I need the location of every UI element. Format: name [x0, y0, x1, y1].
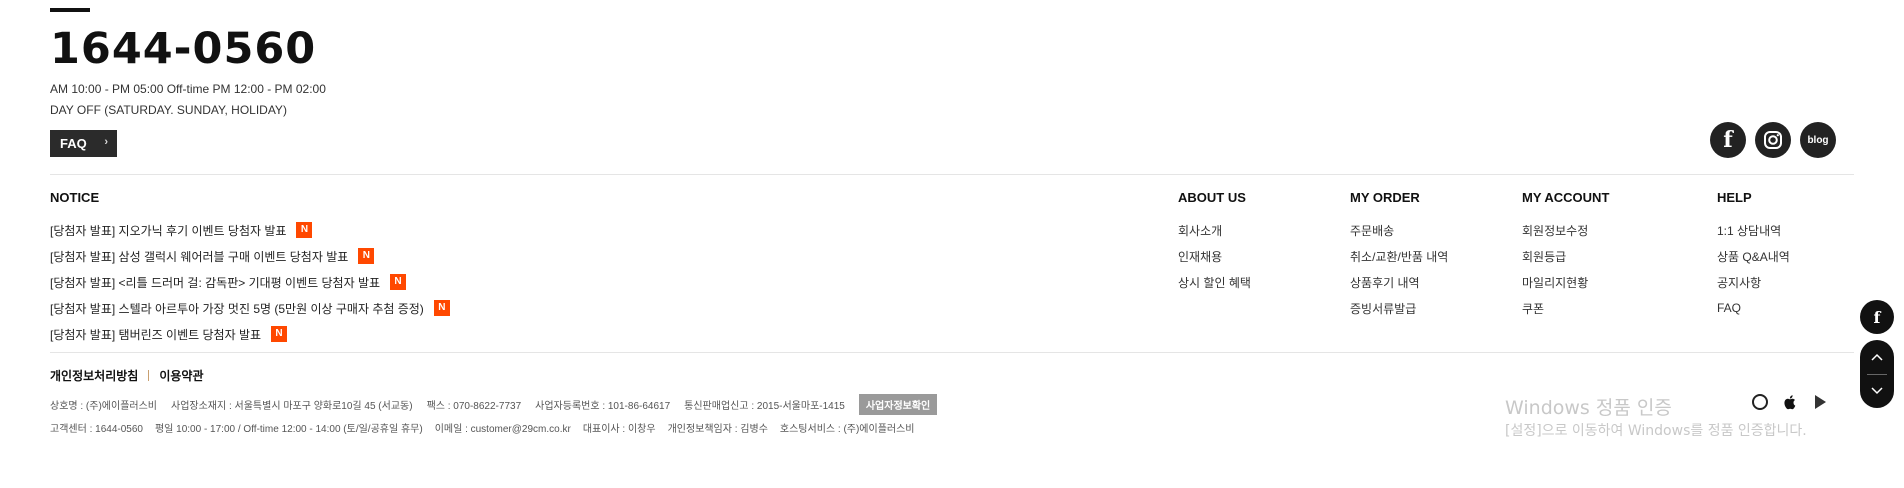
my-order-title: MY ORDER	[1350, 190, 1420, 205]
scroll-top-button[interactable]	[1860, 340, 1894, 374]
notice-item[interactable]: [당첨자 발표] 지오가닉 후기 이벤트 당첨자 발표 N	[50, 217, 450, 243]
order-link-returns[interactable]: 취소/교환/반품 내역	[1350, 243, 1448, 269]
order-link-delivery[interactable]: 주문배송	[1350, 217, 1448, 243]
my-account-column: MY ACCOUNT 회원정보수정 회원등급 마일리지현황 쿠폰	[1522, 190, 1609, 321]
new-badge: N	[390, 274, 407, 290]
circle-app-icon[interactable]	[1750, 392, 1770, 412]
business-verify-button[interactable]: 사업자정보확인	[858, 394, 938, 415]
telecom-sales-number: 통신판매업신고 : 2015-서울마포-1415	[684, 401, 845, 412]
about-link-company[interactable]: 회사소개	[1178, 217, 1251, 243]
help-column: HELP 1:1 상담내역 상품 Q&A내역 공지사항 FAQ	[1717, 190, 1790, 321]
account-link-edit[interactable]: 회원정보수정	[1522, 217, 1609, 243]
business-info: 상호명 : (주)에이플러스비 사업장소재지 : 서울특별시 마포구 양화로10…	[50, 394, 938, 415]
help-title: HELP	[1717, 190, 1752, 205]
privacy-officer: 개인정보책임자 : 김병수	[667, 424, 768, 435]
chevron-up-icon	[1871, 353, 1883, 361]
order-link-reviews[interactable]: 상품후기 내역	[1350, 269, 1448, 295]
facebook-icon: f	[1723, 127, 1733, 153]
new-badge: N	[271, 326, 288, 342]
account-link-grade[interactable]: 회원등급	[1522, 243, 1609, 269]
instagram-icon	[1764, 131, 1782, 149]
faq-button-label: FAQ	[60, 136, 87, 151]
windows-activation-title: Windows 정품 인증	[1505, 397, 1672, 419]
help-link-notice[interactable]: 공지사항	[1717, 269, 1790, 295]
account-link-mileage[interactable]: 마일리지현황	[1522, 269, 1609, 295]
account-link-coupon[interactable]: 쿠폰	[1522, 295, 1609, 321]
privacy-policy-link[interactable]: 개인정보처리방침	[50, 367, 138, 384]
about-us-column: ABOUT US 회사소개 인재채용 상시 할인 혜택	[1178, 190, 1251, 295]
notice-item-text: [당첨자 발표] 지오가닉 후기 이벤트 당첨자 발표	[50, 223, 287, 238]
company-name: 상호명 : (주)에이플러스비	[50, 401, 157, 412]
my-account-title: MY ACCOUNT	[1522, 190, 1610, 205]
notice-item[interactable]: [당첨자 발표] 탬버린즈 이벤트 당첨자 발표 N	[50, 321, 450, 347]
new-badge: N	[358, 248, 375, 264]
facebook-link[interactable]: f	[1710, 122, 1746, 158]
notice-list: [당첨자 발표] 지오가닉 후기 이벤트 당첨자 발표 N [당첨자 발표] 삼…	[50, 217, 450, 347]
notice-item[interactable]: [당첨자 발표] 삼성 갤럭시 웨어러블 구매 이벤트 당첨자 발표 N	[50, 243, 450, 269]
cs-phone-number: 1644-0560	[50, 24, 317, 74]
hosting-service: 호스팅서비스 : (주)에이플러스비	[779, 424, 915, 435]
company-fax: 팩스 : 070-8622-7737	[426, 401, 522, 412]
faq-button[interactable]: FAQ ›	[50, 130, 117, 157]
google-play-icon[interactable]	[1810, 392, 1830, 412]
notice-title: NOTICE	[50, 190, 100, 205]
cs-day-off: DAY OFF (SATURDAY. SUNDAY, HOLIDAY)	[50, 103, 287, 117]
app-icons	[1750, 392, 1830, 412]
site-footer: 1644-0560 AM 10:00 - PM 05:00 Off-time P…	[50, 0, 1854, 488]
instagram-link[interactable]	[1755, 122, 1791, 158]
help-link-faq[interactable]: FAQ	[1717, 295, 1790, 321]
notice-item-text: [당첨자 발표] 삼성 갤럭시 웨어러블 구매 이벤트 당첨자 발표	[50, 249, 349, 264]
terms-link[interactable]: 이용약관	[159, 367, 203, 384]
business-reg-number: 사업자등록번호 : 101-86-64617	[535, 401, 671, 412]
chevron-down-icon	[1871, 387, 1883, 395]
help-link-qna[interactable]: 상품 Q&A내역	[1717, 243, 1790, 269]
section-divider	[50, 352, 1854, 353]
notice-item[interactable]: [당첨자 발표] <리틀 드러머 걸: 감독판> 기대평 이벤트 당첨자 발표 …	[50, 269, 450, 295]
cs-hours: AM 10:00 - PM 05:00 Off-time PM 12:00 - …	[50, 82, 326, 96]
help-link-inquiry[interactable]: 1:1 상담내역	[1717, 217, 1790, 243]
order-link-receipts[interactable]: 증빙서류발급	[1350, 295, 1448, 321]
new-badge: N	[296, 222, 313, 238]
top-accent-bar	[50, 8, 90, 12]
about-link-discount[interactable]: 상시 할인 혜택	[1178, 269, 1251, 295]
notice-item-text: [당첨자 발표] <리틀 드러머 걸: 감독판> 기대평 이벤트 당첨자 발표	[50, 275, 381, 290]
facebook-icon: f	[1873, 307, 1881, 327]
my-order-column: MY ORDER 주문배송 취소/교환/반품 내역 상품후기 내역 증빙서류발급	[1350, 190, 1448, 321]
scroll-control	[1860, 340, 1894, 408]
blog-label: blog	[1807, 134, 1829, 146]
notice-item-text: [당첨자 발표] 스텔라 아르투아 가장 멋진 5명 (5만원 이상 구매자 추…	[50, 301, 424, 316]
new-badge: N	[433, 300, 450, 316]
company-address: 사업장소재지 : 서울특별시 마포구 양화로10길 45 (서교동)	[171, 401, 413, 412]
side-facebook-button[interactable]: f	[1860, 300, 1894, 334]
windows-activation-text: [설정]으로 이동하여 Windows를 정품 인증합니다.	[1505, 423, 1807, 439]
cs-center: 고객센터 : 1644-0560	[50, 424, 143, 435]
scroll-bottom-button[interactable]	[1860, 374, 1894, 408]
cs-info: 고객센터 : 1644-0560 평일 10:00 - 17:00 / Off-…	[50, 420, 927, 435]
chevron-right-icon: ›	[104, 136, 108, 148]
ceo-name: 대표이사 : 이창우	[582, 424, 656, 435]
about-link-recruit[interactable]: 인재채용	[1178, 243, 1251, 269]
blog-link[interactable]: blog	[1800, 122, 1836, 158]
cs-email: 이메일 : customer@29cm.co.kr	[434, 424, 571, 435]
section-divider	[50, 174, 1854, 175]
cs-weekday-hours: 평일 10:00 - 17:00 / Off-time 12:00 - 14:0…	[154, 424, 423, 435]
policy-separator	[148, 370, 150, 381]
apple-icon[interactable]	[1780, 392, 1800, 412]
policy-links: 개인정보처리방침 이용약관	[50, 367, 204, 384]
about-us-title: ABOUT US	[1178, 190, 1246, 205]
notice-item[interactable]: [당첨자 발표] 스텔라 아르투아 가장 멋진 5명 (5만원 이상 구매자 추…	[50, 295, 450, 321]
notice-item-text: [당첨자 발표] 탬버린즈 이벤트 당첨자 발표	[50, 327, 262, 342]
